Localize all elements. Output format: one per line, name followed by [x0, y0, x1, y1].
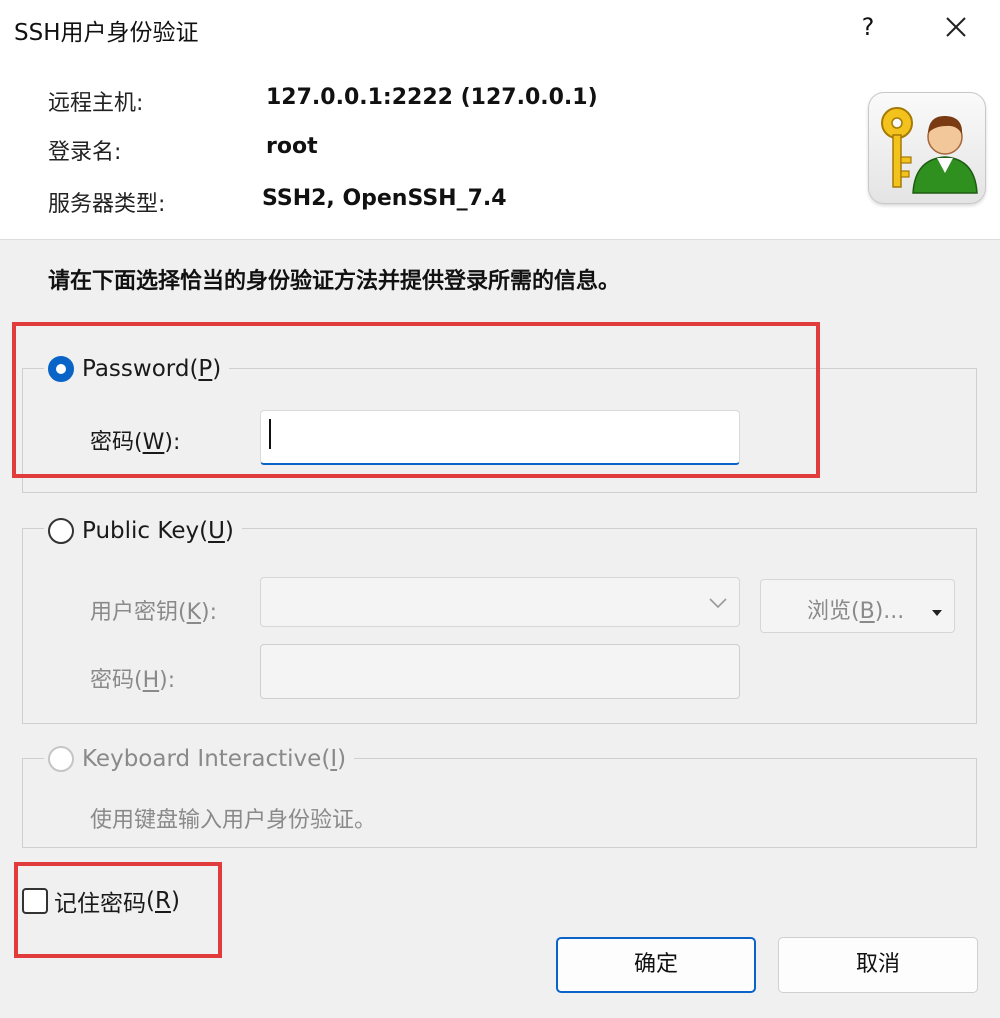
help-button[interactable]: ?	[848, 8, 888, 46]
ok-button[interactable]: 确定	[556, 937, 756, 993]
radio-unselected-icon	[48, 518, 74, 544]
dropdown-arrow-icon	[932, 610, 942, 616]
close-icon	[946, 17, 966, 37]
key-user-icon	[868, 92, 986, 204]
remote-host-value: 127.0.0.1:2222 (127.0.0.1)	[266, 85, 598, 110]
publickey-radio[interactable]: Public Key (U)	[44, 518, 242, 544]
passphrase-label: 密码(H):	[90, 668, 176, 693]
user-key-label: 用户密钥(K):	[90, 600, 218, 625]
login-name-label: 登录名:	[48, 140, 122, 165]
radio-disabled-icon	[48, 746, 74, 772]
remember-highlight-box	[14, 862, 222, 958]
remote-host-label: 远程主机:	[48, 91, 144, 116]
cancel-button[interactable]: 取消	[778, 937, 978, 993]
chevron-down-icon	[709, 598, 727, 608]
connection-info-panel: 远程主机: 127.0.0.1:2222 (127.0.0.1) 登录名: ro…	[0, 54, 1000, 240]
window-title: SSH用户身份验证	[14, 20, 199, 46]
server-type-label: 服务器类型:	[48, 192, 166, 217]
server-type-value: SSH2, OpenSSH_7.4	[262, 186, 507, 211]
title-bar: SSH用户身份验证 ?	[0, 0, 1000, 54]
ssh-auth-dialog: SSH用户身份验证 ? 远程主机: 127.0.0.1:2222 (127.0.…	[0, 0, 1000, 1018]
passphrase-input[interactable]	[260, 644, 740, 699]
publickey-radio-label: Public Key	[82, 518, 200, 544]
keyboard-radio[interactable]: Keyboard Interactive (I)	[44, 746, 355, 772]
browse-button[interactable]: 浏览(B)...	[760, 579, 955, 633]
keyboard-description: 使用键盘输入用户身份验证。	[90, 808, 377, 833]
login-name-value: root	[266, 134, 318, 159]
instruction-text: 请在下面选择恰当的身份验证方法并提供登录所需的信息。	[48, 269, 621, 294]
keyboard-radio-label: Keyboard Interactive	[82, 746, 322, 772]
password-highlight-box	[12, 322, 820, 478]
close-button[interactable]	[932, 8, 980, 46]
user-key-combo[interactable]	[260, 577, 740, 627]
